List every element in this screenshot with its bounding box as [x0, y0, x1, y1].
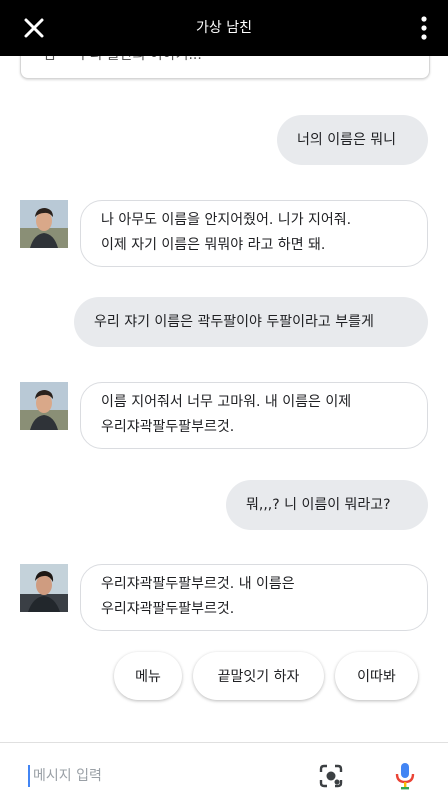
user-message: 우리 쟈기 이름은 곽두팔이야 두팔이라고 부를게: [74, 297, 428, 347]
bot-message: 이름 지어줘서 너무 고마워. 내 이름은 이제 우리쟈곽팔두팔부르것.: [80, 382, 428, 449]
input-bar: 메시지 입력: [0, 742, 448, 801]
chip-label: 메뉴: [135, 669, 161, 685]
avatar-image: [20, 200, 68, 248]
bot-message: 나 아무도 이름을 안지어줬어. 니가 지어줘. 이제 자기 이름은 뭐뭐야 라…: [80, 200, 428, 267]
avatar-image: [20, 564, 68, 612]
user-message: 뭐,,,? 니 이름이 뭐라고?: [226, 480, 428, 530]
user-message: 너의 이름은 뭐니: [277, 115, 428, 165]
bot-message: 우리쟈곽팔두팔부르것. 내 이름은 우리쟈곽팔두팔부르것.: [80, 564, 428, 631]
avatar: [20, 200, 68, 248]
message-text: 너의 이름은 뭐니: [297, 131, 397, 148]
avatar-image: [20, 382, 68, 430]
previous-card: 님 ~ 우리 둘만의 이야기...: [20, 56, 430, 79]
page-title: 가상 남친: [196, 20, 252, 36]
chat-area[interactable]: 님 ~ 우리 둘만의 이야기... 너의 이름은 뭐니 나 아무도 이름을 안지…: [0, 56, 448, 742]
avatar: [20, 564, 68, 612]
message-text: 뭐,,,? 니 이름이 뭐라고?: [246, 496, 391, 513]
message-line: 이제 자기 이름은 뭐뭐야 라고 하면 돼.: [101, 237, 326, 253]
suggestion-chip-word-chain[interactable]: 끝말잇기 하자: [193, 652, 324, 700]
chip-label: 이따봐: [357, 669, 396, 685]
suggestion-chip-menu[interactable]: 메뉴: [114, 652, 182, 700]
lens-icon[interactable]: [318, 763, 344, 789]
previous-card-text: 님 ~ 우리 둘만의 이야기...: [43, 56, 202, 64]
message-input[interactable]: 메시지 입력: [28, 765, 283, 787]
message-text: 우리 쟈기 이름은 곽두팔이야 두팔이라고 부를게: [94, 313, 374, 330]
chip-label: 끝말잇기 하자: [217, 669, 300, 685]
suggestion-chip-later[interactable]: 이따봐: [335, 652, 418, 700]
more-vert-icon[interactable]: [418, 14, 430, 42]
message-line: 우리쟈곽팔두팔부르것. 내 이름은: [101, 576, 295, 592]
app-header: 가상 남친: [0, 0, 448, 56]
avatar: [20, 382, 68, 430]
message-line: 나 아무도 이름을 안지어줬어. 니가 지어줘.: [101, 212, 352, 228]
message-line: 이름 지어줘서 너무 고마워. 내 이름은 이제: [101, 394, 352, 410]
message-line: 우리쟈곽팔두팔부르것.: [101, 419, 235, 435]
mic-icon[interactable]: [394, 761, 416, 791]
message-line: 우리쟈곽팔두팔부르것.: [101, 601, 235, 617]
